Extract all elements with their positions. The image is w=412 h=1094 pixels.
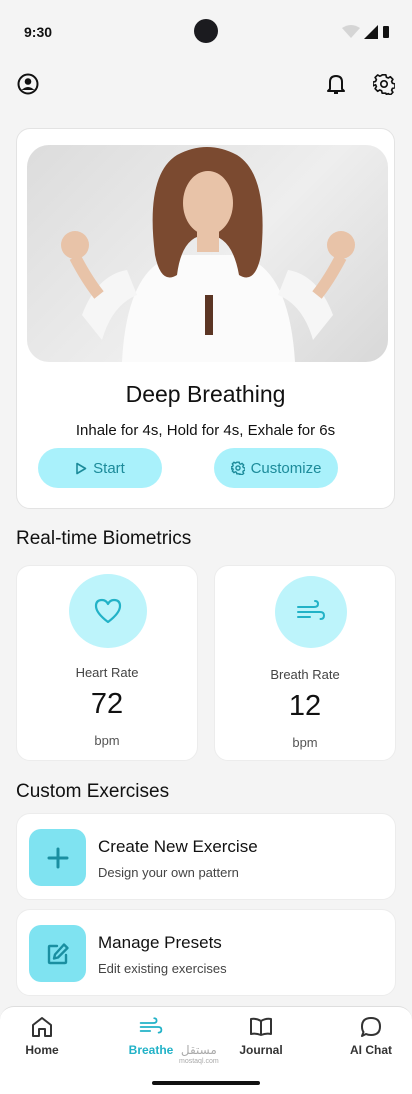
book-icon: [250, 1017, 272, 1036]
heart-rate-card: Heart Rate 72 bpm: [16, 565, 198, 761]
breath-rate-card: Breath Rate 12 bpm: [214, 565, 396, 761]
customize-button-label: Customize: [250, 459, 322, 477]
manage-presets-item[interactable]: Manage Presets Edit existing exercises: [16, 909, 396, 996]
gear-icon: [230, 461, 245, 475]
signal-icon: [364, 25, 378, 39]
status-bar: 9:30: [0, 0, 412, 62]
heart-icon: [69, 574, 147, 648]
status-icons: [342, 25, 390, 39]
top-bar: [0, 70, 412, 102]
notification-bell-icon[interactable]: [322, 70, 350, 98]
nav-journal-label: Journal: [239, 1043, 283, 1057]
camera-cutout: [194, 19, 218, 43]
edit-icon: [29, 925, 86, 982]
manage-presets-subtitle: Edit existing exercises: [98, 961, 227, 976]
wind-icon: [139, 1017, 163, 1034]
breath-rate-value: 12: [288, 690, 322, 722]
breath-rate-label: Breath Rate: [270, 667, 340, 682]
settings-gear-icon[interactable]: [370, 70, 398, 98]
bottom-navigation: Home Breathe Journal AI Chat مستقل mosta…: [0, 1006, 412, 1094]
watermark-sub: mostaql.com: [179, 1058, 219, 1065]
watermark-logo: مستقل: [180, 1043, 217, 1057]
exercise-hero-card: Deep Breathing Inhale for 4s, Hold for 4…: [16, 128, 395, 509]
plus-icon: [29, 829, 86, 886]
status-time: 9:30: [24, 24, 53, 40]
nav-home[interactable]: Home: [0, 1015, 84, 1057]
heart-rate-unit: bpm: [94, 733, 120, 748]
manage-presets-title: Manage Presets: [98, 933, 222, 952]
heart-rate-value: 72: [90, 688, 124, 720]
profile-icon[interactable]: [14, 70, 42, 98]
nav-home-label: Home: [25, 1043, 59, 1057]
biometrics-section-title: Real-time Biometrics: [16, 528, 192, 549]
wind-icon: [275, 576, 347, 648]
heart-rate-label: Heart Rate: [75, 665, 139, 680]
meditation-woman-image: [27, 145, 388, 362]
breath-rate-unit: bpm: [292, 735, 318, 750]
start-button-label: Start: [93, 459, 125, 477]
start-button[interactable]: Start: [38, 448, 162, 488]
exercise-pattern: Inhale for 4s, Hold for 4s, Exhale for 6…: [75, 422, 336, 439]
create-new-exercise-item[interactable]: Create New Exercise Design your own patt…: [16, 813, 396, 900]
watermark: مستقل mostaql.com: [179, 1043, 219, 1067]
play-icon: [76, 462, 87, 474]
battery-icon: [383, 26, 389, 38]
customize-button[interactable]: Customize: [214, 448, 338, 488]
wifi-icon: [342, 25, 360, 38]
home-indicator: [152, 1081, 260, 1085]
nav-journal[interactable]: Journal: [219, 1015, 303, 1057]
home-icon: [32, 1017, 52, 1037]
create-exercise-subtitle: Design your own pattern: [98, 865, 239, 880]
create-exercise-title: Create New Exercise: [98, 837, 258, 856]
custom-exercises-section-title: Custom Exercises: [16, 781, 170, 802]
nav-ai-chat[interactable]: AI Chat: [329, 1015, 412, 1057]
chat-icon: [361, 1017, 381, 1037]
nav-breathe-label: Breathe: [128, 1043, 174, 1057]
exercise-title: Deep Breathing: [125, 381, 286, 407]
nav-ai-chat-label: AI Chat: [350, 1043, 392, 1057]
